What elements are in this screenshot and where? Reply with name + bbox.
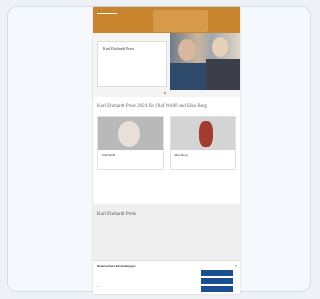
profile-name: Elke Berg [174,153,188,157]
profile-sub [98,157,163,159]
hero-title: Karl Ehrhardt Preis [103,46,135,51]
close-icon[interactable]: × [235,263,237,268]
profile-photo [170,117,235,150]
face-left-shape [178,39,196,61]
hero-section: Karl Ehrhardt Preis [93,33,240,97]
profile-name: Olaf Wolff [102,153,116,157]
profile-card[interactable]: Olaf Wolff [97,116,164,170]
related-links [93,172,240,180]
hero-photo [170,33,240,90]
about-title: Karl Ehrhardt Preis [97,212,136,217]
profile-photo [98,117,163,150]
cookie-title: Datenschutz-Einstellungen [97,264,136,268]
logo-mark-icon [97,13,117,19]
site-logo[interactable] [97,13,117,19]
slider-dot[interactable] [164,92,166,94]
web-page: Karl Ehrhardt Preis Karl Ehrhardt Preis … [93,7,240,294]
cookie-deny-button[interactable] [201,286,233,292]
section-title: Karl Ehrhardt Preis 2024 für Olaf Wolff … [97,104,207,109]
cookie-settings-button[interactable] [201,278,233,284]
person-left-shape [170,63,206,90]
about-section: Karl Ehrhardt Preis [93,204,240,260]
cookie-banner: Datenschutz-Einstellungen — × [93,260,240,294]
hero-text-box: Karl Ehrhardt Preis [97,41,167,87]
profile-card[interactable]: Elke Berg [169,116,236,170]
face-right-shape [212,37,228,57]
site-header [93,7,240,33]
profile-cards: Olaf Wolff Elke Berg [93,114,240,172]
cookie-accept-button[interactable] [201,270,233,276]
profile-sub [171,157,236,159]
person-right-shape [206,59,240,90]
consent-logo: — [97,285,100,288]
